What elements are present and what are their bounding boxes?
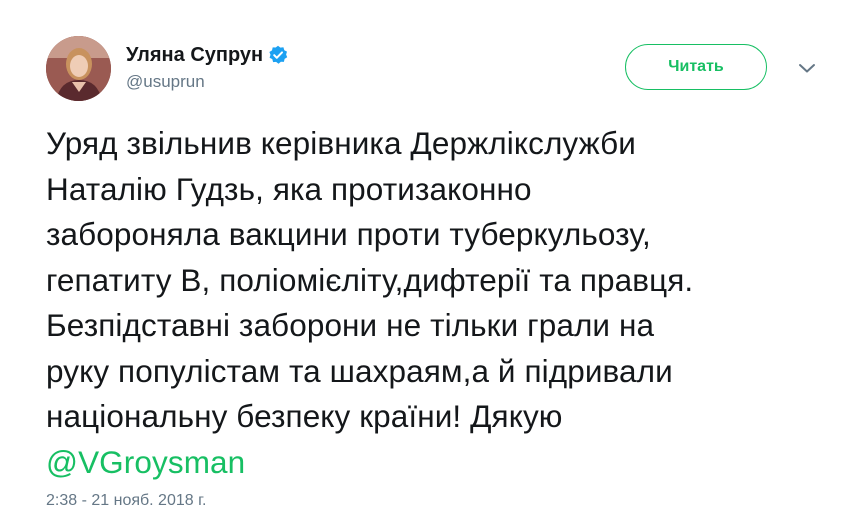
- avatar[interactable]: [46, 36, 111, 101]
- tweet-text: Уряд звільнив керівника Держлікслужби На…: [46, 121, 836, 485]
- avatar-image: [46, 36, 111, 101]
- tweet-text-line: Уряд звільнив керівника Держлікслужби: [46, 125, 636, 161]
- tweet-text-line: національну безпеку країни! Дякую: [46, 398, 563, 434]
- chevron-down-icon[interactable]: [798, 62, 816, 74]
- verified-badge-icon: [268, 45, 288, 65]
- author-names: Уляна Супрун @usuprun: [126, 42, 288, 92]
- display-name[interactable]: Уляна Супрун: [126, 44, 263, 67]
- mention-link[interactable]: @VGroysman: [46, 440, 836, 486]
- tweet-text-line: Наталію Гудзь, яка протизаконно: [46, 170, 532, 207]
- tweet-text-line: Безпідставні заборони не тільки грали на: [46, 307, 655, 343]
- tweet-text-line: руку популістам та шахраям,а й підривали: [46, 352, 673, 389]
- tweet-header: Уляна Супрун @usuprun Читать: [46, 36, 836, 102]
- name-row: Уляна Супрун: [126, 42, 288, 68]
- author-handle[interactable]: @usuprun: [126, 72, 288, 92]
- tweet: Уляна Супрун @usuprun Читать Уряд звільн…: [0, 0, 860, 522]
- tweet-text-line: забороняла вакцини проти туберкульозу,: [46, 216, 651, 252]
- follow-button[interactable]: Читать: [625, 44, 767, 90]
- tweet-timestamp[interactable]: 2:38 - 21 нояб. 2018 г.: [46, 492, 206, 510]
- tweet-text-line: гепатиту В, поліомієліту,дифтерії та пра…: [46, 261, 694, 298]
